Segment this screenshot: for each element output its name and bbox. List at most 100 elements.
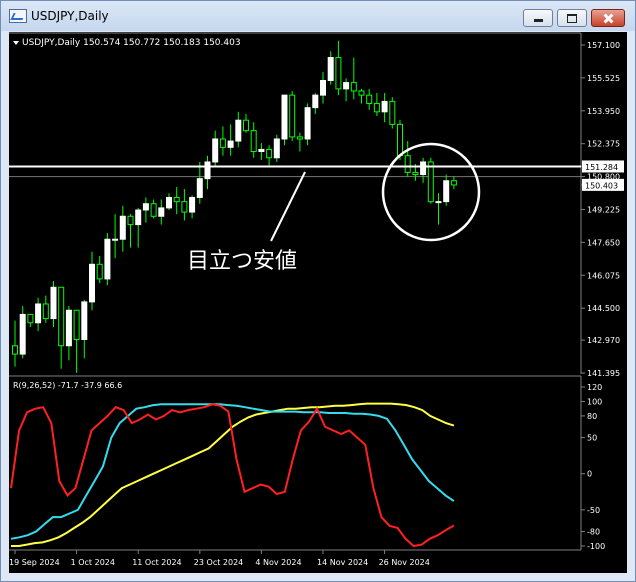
candle-body [119,215,126,240]
candle-body [250,130,257,153]
price-label: 157.100 [587,41,620,50]
candle-body [404,155,411,173]
price-label: 152.375 [587,140,620,149]
indicator-panel[interactable]: R(9,26,52) -71.7 -37.9 66.6 120 100 80 50 0 -… [9,375,605,551]
chart-window-icon [9,9,27,23]
indicator-label: -100 [587,542,605,551]
candle-body [104,238,111,280]
candle-body [142,203,149,211]
indicator-label: 120 [587,383,602,392]
candle-body [135,209,142,226]
main-chart-header: USDJPY,Daily 150.574 150.772 150.183 150… [22,38,241,48]
chart-area[interactable]: USDJPY,Daily 150.574 150.772 150.183 150… [9,32,627,573]
close-button[interactable] [591,9,625,27]
indicator-label: 0 [587,470,592,479]
candle-body [381,100,388,113]
candle-body [81,301,88,340]
candle-body [443,180,450,203]
candle-body [173,196,180,203]
candle-body [350,82,357,92]
price-label: 142.970 [587,336,620,345]
annotation-text: 目立つ安値 [187,249,297,274]
price-label: 151.284 [585,163,618,172]
candle-body [427,161,434,203]
header-arrow-icon [13,41,19,45]
candle-body [219,138,226,148]
candle-body [397,123,403,157]
candle-body [50,286,57,320]
candle-body [181,201,188,213]
indicator-header: R(9,26,52) -71.7 -37.9 66.6 [13,381,122,390]
candle-body [196,178,203,198]
price-label: 147.650 [587,238,620,247]
candle-body [389,100,396,125]
candle-body [273,138,280,159]
candle-body [420,161,427,175]
window-title: USDJPY,Daily [31,9,109,23]
candle-body [73,309,80,340]
date-label: 23 Oct 2024 [194,558,243,567]
candle-body [19,313,26,355]
price-label: 146.075 [587,271,620,280]
candle-body [450,180,457,186]
candle-body [266,148,273,159]
candle-body [296,136,303,140]
price-label: 144.500 [587,304,620,313]
title-bar[interactable]: USDJPY,Daily [1,1,635,31]
candle-body [366,94,373,104]
price-panel[interactable]: USDJPY,Daily 150.574 150.772 150.183 150… [9,32,624,378]
price-label: 150.403 [585,181,618,190]
candle-body [343,82,350,90]
indicator-label: 50 [587,434,597,443]
candle-body [127,215,134,226]
price-axis: 157.100155.525153.950152.375151.284150.8… [581,41,624,378]
candle-body [35,303,42,324]
candle-body [112,238,119,241]
date-label: 11 Oct 2024 [132,558,181,567]
indicator-label: 80 [587,412,597,421]
candle-body [304,107,311,140]
restore-button[interactable] [557,9,587,27]
candle-body [243,119,249,132]
candle-body [65,309,72,347]
candlestick-series [12,40,457,373]
price-label: 141.395 [587,369,620,378]
price-label: 155.525 [587,74,620,83]
candle-body [158,207,165,217]
price-label: 153.950 [587,107,620,116]
date-label: 4 Nov 2024 [255,558,301,567]
candle-body [327,57,334,82]
indicator-line-mid [10,403,455,540]
candle-body [358,90,365,96]
candle-body [150,203,157,217]
candle-body [235,119,242,142]
candle-body [189,196,196,213]
candle-body [335,57,342,90]
indicator-label: -50 [587,506,600,515]
candle-body [96,263,103,280]
annotation-pointer-line[interactable] [270,171,306,242]
date-label: 19 Sep 2024 [9,558,60,567]
date-label: 26 Nov 2024 [379,558,430,567]
candle-body [12,345,18,355]
candle-body [289,94,296,138]
date-axis: 19 Sep 2024 1 Oct 2024 11 Oct 2024 23 Oct 2… [9,550,430,567]
candle-body [89,263,95,303]
terminal-window: USDJPY,Daily USDJPY,Daily 150.574 150.77… [0,0,636,582]
candle-body [27,313,34,324]
candle-body [227,140,234,148]
minimize-button[interactable] [523,9,553,27]
candle-body [166,196,172,209]
candle-body [320,80,326,96]
candle-body [412,171,419,175]
candle-body [58,286,65,347]
indicator-axis: 120 100 80 50 0 -50 -80 -100 [581,383,605,551]
date-label: 1 Oct 2024 [71,558,115,567]
indicator-label: 100 [587,397,602,406]
candle-body [281,94,288,140]
candle-body [204,161,211,180]
date-label: 14 Nov 2024 [317,558,368,567]
indicator-label: -80 [587,528,600,537]
candle-body [373,102,380,113]
candle-body [258,148,265,153]
